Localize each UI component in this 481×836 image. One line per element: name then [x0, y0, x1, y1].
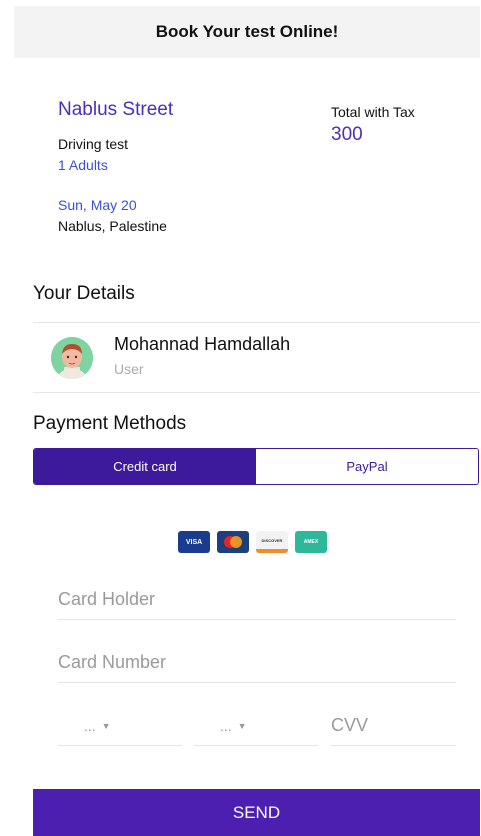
chevron-down-icon: ▼	[101, 720, 111, 731]
expiry-year-select[interactable]: ... ▼	[194, 706, 318, 746]
booking-street: Nablus Street	[58, 99, 174, 120]
payment-method-toggle: Credit card PayPal	[33, 448, 479, 485]
total-label: Total with Tax	[331, 104, 415, 120]
payment-methods-title: Payment Methods	[33, 413, 187, 434]
booking-adults: 1 Adults	[58, 157, 108, 173]
expiry-year-value: ...	[220, 717, 232, 734]
card-brand-logos: VISA DISCOVER AMEX	[178, 531, 327, 553]
expiry-month-value: ...	[84, 717, 96, 734]
divider	[33, 392, 480, 393]
visa-icon: VISA	[178, 531, 210, 553]
tab-credit-card[interactable]: Credit card	[34, 449, 256, 484]
mastercard-icon	[217, 531, 249, 553]
chevron-down-icon: ▼	[237, 720, 247, 731]
card-number-input[interactable]	[58, 643, 456, 683]
expiry-month-select[interactable]: ... ▼	[58, 706, 182, 746]
user-avatar-icon	[51, 337, 93, 379]
booking-test-type: Driving test	[58, 136, 129, 152]
send-button[interactable]: SEND	[33, 789, 480, 836]
user-role: User	[114, 361, 144, 377]
booking-date: Sun, May 20	[58, 197, 137, 213]
cvv-input[interactable]	[331, 706, 456, 746]
total-value: 300	[331, 124, 363, 145]
divider	[33, 322, 480, 323]
your-details-title: Your Details	[33, 283, 135, 304]
booking-location: Nablus, Palestine	[58, 218, 167, 234]
avatar	[51, 337, 93, 379]
amex-icon: AMEX	[295, 531, 327, 553]
page-title: Book Your test Online!	[155, 22, 339, 41]
page-header: Book Your test Online!	[14, 6, 480, 58]
user-name: Mohannad Hamdallah	[114, 334, 291, 354]
tab-paypal[interactable]: PayPal	[256, 449, 478, 484]
card-holder-input[interactable]	[58, 580, 456, 620]
discover-icon: DISCOVER	[256, 531, 288, 553]
